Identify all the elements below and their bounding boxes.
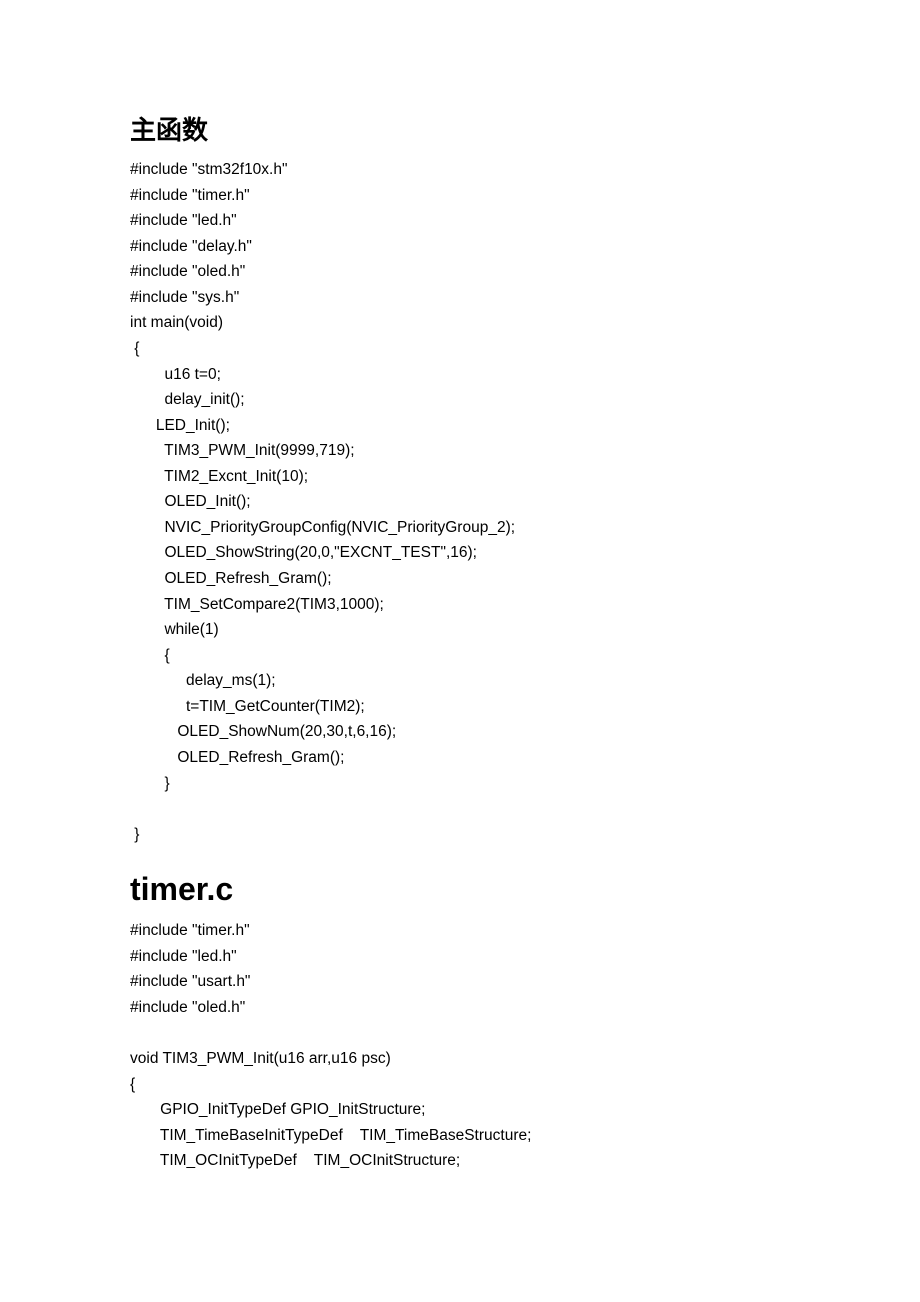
code-block-timer: #include "timer.h" #include "led.h" #inc… [130, 918, 790, 1174]
code-block-main: #include "stm32f10x.h" #include "timer.h… [130, 157, 790, 847]
section-heading-timer: timer.c [130, 871, 790, 908]
section-heading-main: 主函数 [130, 110, 790, 147]
document-page: 主函数 #include "stm32f10x.h" #include "tim… [0, 0, 920, 1274]
